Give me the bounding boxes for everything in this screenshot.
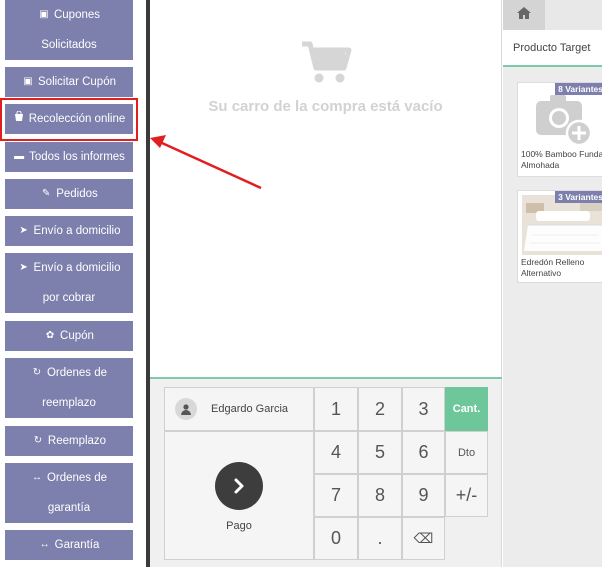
sidebar-item-label-line2: Solicitados	[41, 39, 97, 51]
highlight-box	[0, 98, 138, 141]
sidebar-item-label: Garantía	[54, 539, 100, 551]
sidebar-item-envio-a-domicilio-por-cobrar[interactable]: ➤ Envío a domicilio por cobrar	[5, 253, 133, 313]
key-5[interactable]: 5	[358, 431, 402, 474]
key-3[interactable]: 3	[402, 387, 445, 431]
arrows-horizontal-icon: ↔	[39, 539, 50, 550]
coupon-icon: ▣	[23, 76, 33, 87]
key-6[interactable]: 6	[402, 431, 445, 474]
sidebar-item-label: Solicitar Cupón	[38, 76, 116, 88]
sidebar-item-label: Envío a domicilio	[33, 225, 121, 237]
key-9[interactable]: 9	[402, 474, 445, 517]
tab-underline	[503, 65, 602, 67]
sidebar-item-label: Reemplazo	[47, 435, 107, 447]
sidebar: ▣ Cupones Solicitados ▣ Solicitar Cupón Re…	[0, 0, 146, 567]
sidebar-item-label: Cupones	[53, 9, 101, 21]
key-0[interactable]: 0	[314, 517, 358, 560]
user-icon	[175, 398, 197, 420]
sidebar-item-garantia[interactable]: ↔ Garantía	[5, 530, 133, 560]
product-card[interactable]: 8 Variantes 100% Bamboo Funda Almohada	[517, 82, 602, 177]
customer-name: Edgardo Garcia	[211, 403, 289, 415]
product-card[interactable]: 3 Variantes Edredón Relleno Alternativo	[517, 190, 602, 283]
sidebar-item-label: Pedidos	[56, 188, 98, 200]
sidebar-item-envio-a-domicilio[interactable]: ➤ Envío a domicilio	[5, 216, 133, 246]
chevron-right-icon	[215, 462, 263, 510]
sidebar-item-label-line2: reemplazo	[42, 397, 96, 409]
sidebar-item-label: Ordenes de	[46, 472, 108, 484]
sidebar-item-solicitar-cupon[interactable]: ▣ Solicitar Cupón	[5, 67, 133, 97]
product-name: Edredón Relleno Alternativo	[521, 257, 585, 278]
home-icon	[516, 6, 532, 25]
customer-button[interactable]: Edgardo Garcia	[164, 387, 314, 431]
report-icon: ▬	[14, 151, 25, 162]
camera-placeholder-icon	[522, 87, 602, 147]
key-decimal[interactable]: .	[358, 517, 402, 560]
category-tab-strip	[545, 0, 602, 30]
backspace-button[interactable]: ⌫	[402, 517, 445, 560]
sidebar-item-label: Envío a domicilio	[33, 262, 121, 274]
sidebar-item-label-line2: por cobrar	[42, 292, 96, 304]
sidebar-item-reemplazo[interactable]: ↻ Reemplazo	[5, 426, 133, 456]
key-2[interactable]: 2	[358, 387, 402, 431]
sidebar-item-cupones-solicitados[interactable]: ▣ Cupones Solicitados	[5, 0, 133, 60]
product-image	[522, 195, 602, 255]
shopping-cart-icon	[300, 40, 352, 91]
coupon-icon: ▣	[39, 9, 49, 20]
pay-label: Pago	[226, 520, 252, 532]
sidebar-item-cupon[interactable]: ✿ Cupón	[5, 321, 133, 351]
key-1[interactable]: 1	[314, 387, 358, 431]
home-button[interactable]	[503, 0, 545, 30]
pay-button[interactable]: Pago	[164, 431, 314, 560]
send-icon: ➤	[19, 225, 28, 236]
refresh-icon: ↻	[33, 435, 43, 446]
discount-mode-button[interactable]: Dto	[445, 431, 488, 474]
cart-empty-message: Su carro de la compra está vacío	[208, 98, 443, 115]
sidebar-item-label: Todos los informes	[29, 151, 125, 163]
backspace-icon: ⌫	[413, 530, 434, 546]
key-8[interactable]: 8	[358, 474, 402, 517]
sidebar-item-todos-los-informes[interactable]: ▬ Todos los informes	[5, 142, 133, 172]
sidebar-item-ordenes-de-garantia[interactable]: ↔ Ordenes de garantía	[5, 463, 133, 523]
sidebar-item-label: Cupón	[60, 330, 94, 342]
paperclip-icon: ✎	[42, 188, 51, 199]
quantity-mode-button[interactable]: Cant.	[445, 387, 488, 431]
sidebar-item-label: Ordenes de	[46, 367, 108, 379]
tab-producto-target[interactable]: Producto Target	[503, 30, 602, 66]
gift-icon: ✿	[45, 330, 55, 341]
key-7[interactable]: 7	[314, 474, 358, 517]
key-4[interactable]: 4	[314, 431, 358, 474]
arrows-horizontal-icon: ↔	[31, 472, 42, 483]
send-icon: ➤	[19, 262, 28, 273]
variants-badge: 3 Variantes	[555, 191, 602, 203]
product-panel: Producto Target 8 Variantes 100% Bamboo …	[503, 0, 602, 567]
sidebar-item-ordenes-de-reemplazo[interactable]: ↻ Ordenes de reemplazo	[5, 358, 133, 418]
sidebar-item-pedidos[interactable]: ✎ Pedidos	[5, 179, 133, 209]
numpad-panel: Edgardo Garcia Pago 1 2 3 Cant. 4 5 6 Dt…	[150, 379, 502, 567]
cart-panel: Su carro de la compra está vacío	[150, 0, 502, 378]
product-name: 100% Bamboo Funda Almohada	[521, 149, 602, 170]
sign-toggle-button[interactable]: +/-	[445, 474, 488, 517]
variants-badge: 8 Variantes	[555, 83, 602, 95]
refresh-icon: ↻	[32, 367, 42, 378]
sidebar-item-label-line2: garantía	[47, 502, 91, 514]
